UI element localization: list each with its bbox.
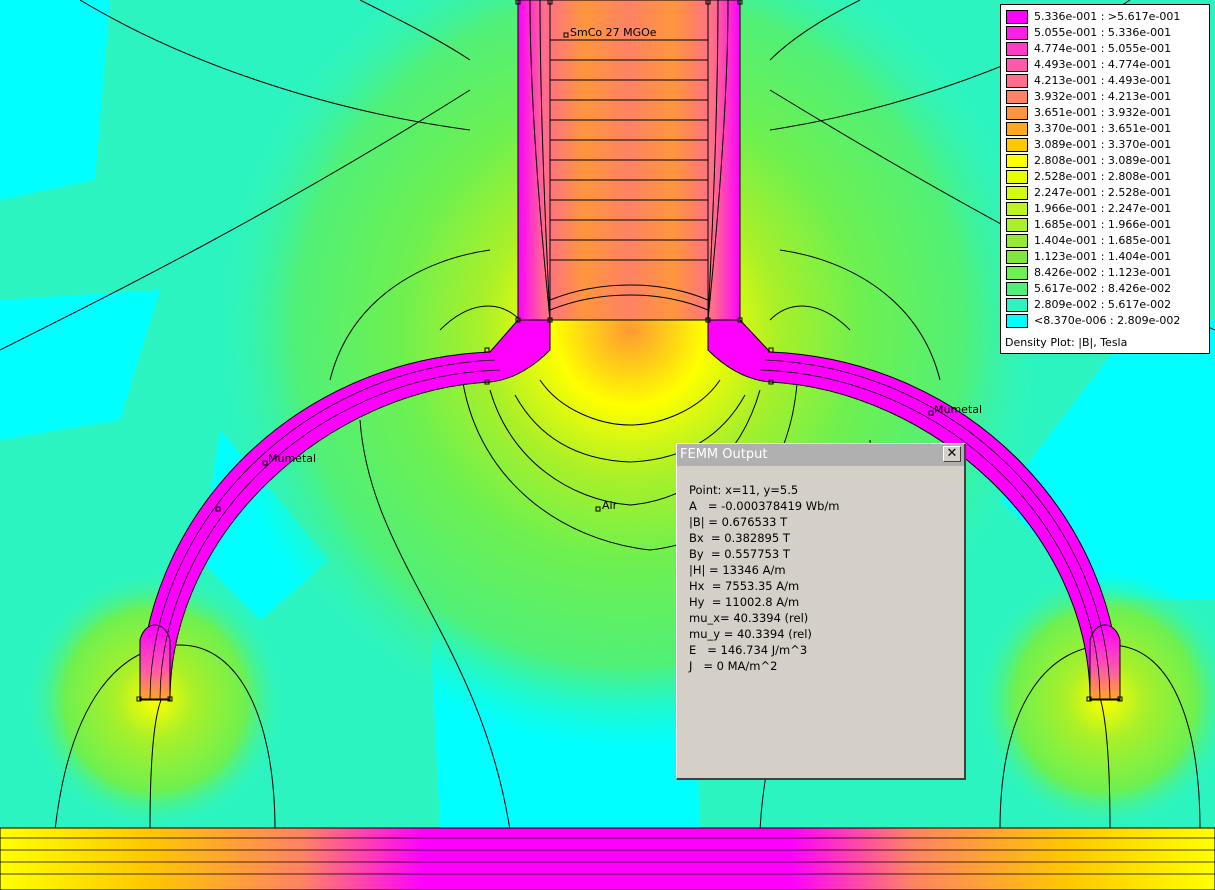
output-line: |H| = 13346 A/m <box>689 563 786 577</box>
legend-entry: 2.808e-001 : 3.089e-001 <box>1006 153 1206 169</box>
legend-swatch <box>1006 314 1028 328</box>
legend-label: 2.809e-002 : 5.617e-002 <box>1034 298 1172 311</box>
legend-swatch <box>1006 234 1028 248</box>
output-line: Hy = 11002.8 A/m <box>689 595 800 609</box>
legend-entry: 1.966e-001 : 2.247e-001 <box>1006 201 1206 217</box>
output-line: E = 146.734 J/m^3 <box>689 643 808 657</box>
legend-swatch <box>1006 282 1028 296</box>
legend-label: 2.808e-001 : 3.089e-001 <box>1034 154 1172 167</box>
legend-swatch <box>1006 298 1028 312</box>
output-window-titlebar[interactable]: FEMM Output ✕ <box>677 444 964 466</box>
density-legend: 5.336e-001 : >5.617e-001 5.055e-001 : 5.3… <box>1000 4 1210 354</box>
legend-label: 2.528e-001 : 2.808e-001 <box>1034 170 1172 183</box>
legend-entry: 2.809e-002 : 5.617e-002 <box>1006 297 1206 313</box>
right-mumetal-region-label: Mumetal <box>934 403 982 416</box>
legend-label: 4.213e-001 : 4.493e-001 <box>1034 74 1172 87</box>
legend-label: 3.089e-001 : 3.370e-001 <box>1034 138 1172 151</box>
legend-entry: 4.493e-001 : 4.774e-001 <box>1006 57 1206 73</box>
output-line: Hx = 7553.35 A/m <box>689 579 800 593</box>
legend-swatch <box>1006 10 1028 24</box>
legend-label: 5.617e-002 : 8.426e-002 <box>1034 282 1172 295</box>
legend-entry: 4.774e-001 : 5.055e-001 <box>1006 41 1206 57</box>
close-icon: ✕ <box>946 446 958 461</box>
legend-swatch <box>1006 250 1028 264</box>
output-text-area[interactable]: Point: x=11, y=5.5 A = -0.000378419 Wb/m |… <box>680 469 961 775</box>
legend-entry: 3.932e-001 : 4.213e-001 <box>1006 89 1206 105</box>
legend-swatch <box>1006 106 1028 120</box>
legend-swatch <box>1006 138 1028 152</box>
legend-label: 8.426e-002 : 1.123e-001 <box>1034 266 1172 279</box>
legend-swatch <box>1006 42 1028 56</box>
output-line: Point: x=11, y=5.5 <box>689 483 799 497</box>
legend-label: 3.932e-001 : 4.213e-001 <box>1034 90 1172 103</box>
legend-label: 1.966e-001 : 2.247e-001 <box>1034 202 1172 215</box>
legend-label: 5.336e-001 : >5.617e-001 <box>1034 10 1181 23</box>
magnet-region-label: SmCo 27 MGOe <box>570 26 657 39</box>
legend-swatch <box>1006 122 1028 136</box>
legend-entry: 1.685e-001 : 1.966e-001 <box>1006 217 1206 233</box>
legend-swatch <box>1006 26 1028 40</box>
legend-entry: 2.528e-001 : 2.808e-001 <box>1006 169 1206 185</box>
legend-label: 3.651e-001 : 3.932e-001 <box>1034 106 1172 119</box>
output-line: mu_y = 40.3394 (rel) <box>689 627 812 641</box>
air-region-label: Air <box>602 499 618 512</box>
legend-swatch <box>1006 170 1028 184</box>
legend-label: 4.493e-001 : 4.774e-001 <box>1034 58 1172 71</box>
legend-label: 2.247e-001 : 2.528e-001 <box>1034 186 1172 199</box>
output-line: mu_x= 40.3394 (rel) <box>689 611 809 625</box>
left-mumetal-region-label: Mumetal <box>268 452 316 465</box>
legend-entry: 1.123e-001 : 1.404e-001 <box>1006 249 1206 265</box>
legend-swatch <box>1006 266 1028 280</box>
output-line: Bx = 0.382895 T <box>689 531 790 545</box>
legend-swatch <box>1006 186 1028 200</box>
legend-label: 5.055e-001 : 5.336e-001 <box>1034 26 1172 39</box>
legend-label: 3.370e-001 : 3.651e-001 <box>1034 122 1172 135</box>
legend-swatch <box>1006 154 1028 168</box>
legend-label: <8.370e-006 : 2.809e-002 <box>1034 314 1181 327</box>
legend-entry: <8.370e-006 : 2.809e-002 <box>1006 313 1206 329</box>
legend-swatch <box>1006 58 1028 72</box>
legend-entry: 5.336e-001 : >5.617e-001 <box>1006 9 1206 25</box>
legend-label: 1.404e-001 : 1.685e-001 <box>1034 234 1172 247</box>
legend-label: 4.774e-001 : 5.055e-001 <box>1034 42 1172 55</box>
legend-label: 1.685e-001 : 1.966e-001 <box>1034 218 1172 231</box>
output-line: J = 0 MA/m^2 <box>689 659 778 673</box>
legend-entry: 3.089e-001 : 3.370e-001 <box>1006 137 1206 153</box>
output-window-title: FEMM Output <box>680 447 768 462</box>
output-line: A = -0.000378419 Wb/m <box>689 499 840 513</box>
close-button[interactable]: ✕ <box>943 446 961 462</box>
legend-entry: 1.404e-001 : 1.685e-001 <box>1006 233 1206 249</box>
legend-swatch <box>1006 218 1028 232</box>
legend-swatch <box>1006 202 1028 216</box>
legend-entry: 5.055e-001 : 5.336e-001 <box>1006 25 1206 41</box>
output-line: By = 0.557753 T <box>689 547 790 561</box>
legend-label: 1.123e-001 : 1.404e-001 <box>1034 250 1172 263</box>
legend-entry: 3.651e-001 : 3.932e-001 <box>1006 105 1206 121</box>
legend-entry: 8.426e-002 : 1.123e-001 <box>1006 265 1206 281</box>
legend-entry: 2.247e-001 : 2.528e-001 <box>1006 185 1206 201</box>
legend-entry: 5.617e-002 : 8.426e-002 <box>1006 281 1206 297</box>
legend-swatch <box>1006 74 1028 88</box>
femm-output-window[interactable]: FEMM Output ✕ Point: x=11, y=5.5 A = -0.0… <box>676 443 966 780</box>
legend-entry: 3.370e-001 : 3.651e-001 <box>1006 121 1206 137</box>
bottom-plate[interactable] <box>0 827 1215 890</box>
legend-swatch <box>1006 90 1028 104</box>
legend-title: Density Plot: |B|, Tesla <box>1005 336 1128 349</box>
output-line: |B| = 0.676533 T <box>689 515 788 529</box>
legend-entry: 4.213e-001 : 4.493e-001 <box>1006 73 1206 89</box>
